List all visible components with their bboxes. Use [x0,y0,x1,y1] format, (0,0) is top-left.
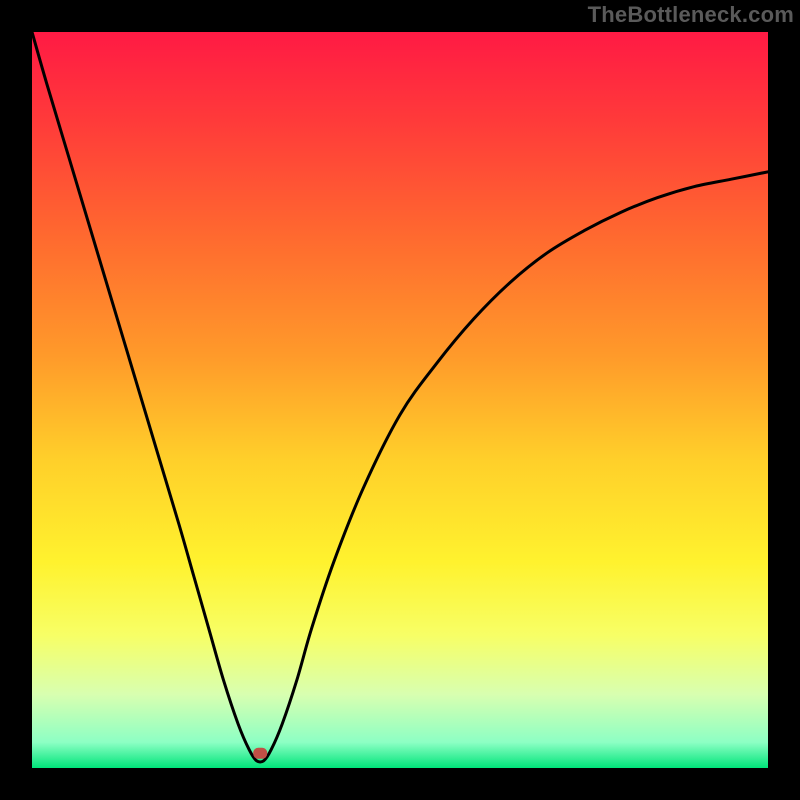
optimal-marker [253,748,267,759]
chart-frame: TheBottleneck.com [0,0,800,800]
gradient-plot [32,32,768,768]
watermark-text: TheBottleneck.com [588,2,794,28]
plot-area [32,32,768,768]
